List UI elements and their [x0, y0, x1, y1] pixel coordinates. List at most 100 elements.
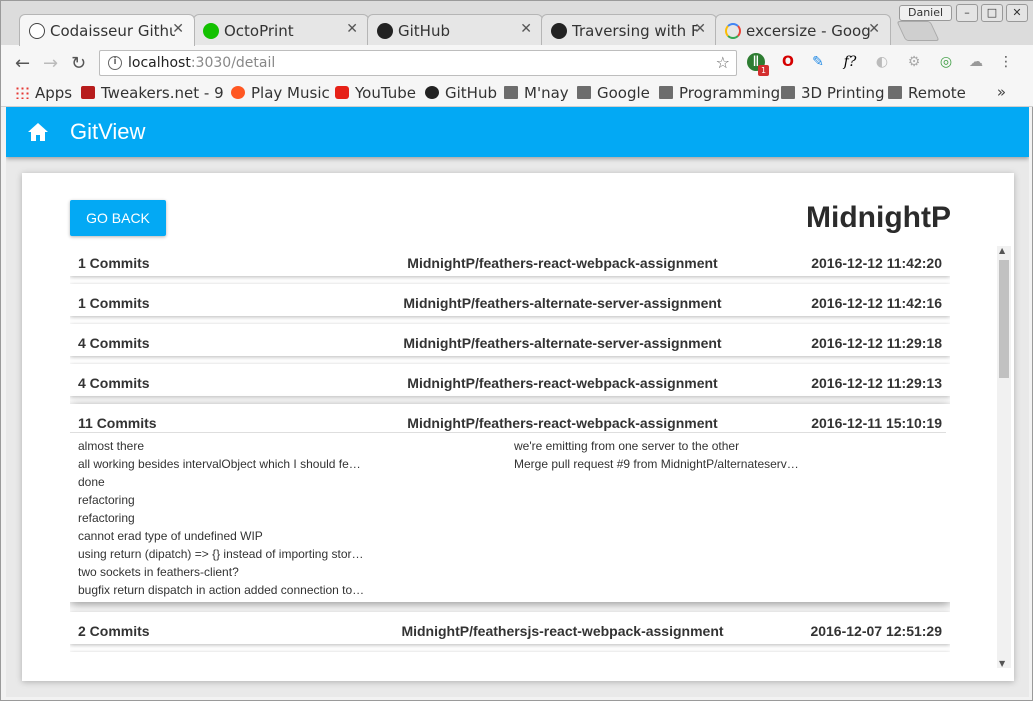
- tab-traversing[interactable]: Traversing with F ✕: [541, 14, 717, 46]
- new-tab-button[interactable]: [896, 21, 940, 41]
- event-list[interactable]: 1 Commits MidnightP/feathers-react-webpa…: [70, 244, 950, 664]
- close-icon[interactable]: ✕: [520, 21, 532, 37]
- bookmark-label: Tweakers.net - 9: [101, 84, 224, 102]
- event-date: 2016-12-12 11:42:16: [811, 295, 942, 311]
- tab-title: Codaisseur Githu: [50, 22, 175, 40]
- app-bar: GitView: [6, 107, 1029, 157]
- star-icon[interactable]: ☆: [716, 53, 730, 72]
- bookmark-label: M'nay: [524, 84, 569, 102]
- scroll-up-icon[interactable]: ▲: [999, 246, 1005, 255]
- bookmark-label: 3D Printing: [801, 84, 885, 102]
- list-scrollbar[interactable]: ▲ ▼: [997, 246, 1011, 668]
- close-icon[interactable]: ✕: [868, 21, 880, 37]
- commit-message: two sockets in feathers-client?: [78, 565, 239, 579]
- bookmark-folder-remote[interactable]: Remote: [888, 84, 966, 102]
- tweakers-icon: [81, 86, 95, 99]
- apps-grid-icon: [15, 86, 29, 99]
- close-icon[interactable]: ✕: [346, 21, 358, 37]
- folder-icon: [659, 86, 673, 99]
- reload-icon[interactable]: ↻: [71, 53, 86, 74]
- event-row[interactable]: 2 Commits MidnightP/feathersjs-react-web…: [70, 612, 950, 644]
- folder-icon: [781, 86, 795, 99]
- codaisseur-icon: [29, 23, 45, 39]
- tab-title: excersize - Goog: [746, 22, 871, 40]
- close-icon[interactable]: ✕: [172, 21, 184, 37]
- github-icon: [425, 86, 439, 99]
- url-host: localhost: [128, 55, 191, 71]
- info-icon[interactable]: i: [108, 56, 122, 70]
- target-icon[interactable]: ◎: [937, 53, 955, 71]
- bookmark-youtube[interactable]: YouTube: [335, 84, 416, 102]
- event-row[interactable]: 4 Commits MidnightP/feathers-alternate-s…: [70, 324, 950, 356]
- commit-messages-right: we're emitting from one server to the ot…: [514, 437, 799, 473]
- back-arrow-icon[interactable]: ←: [15, 53, 30, 74]
- eyedropper-icon[interactable]: ✎: [809, 53, 827, 71]
- close-icon[interactable]: ✕: [694, 21, 706, 37]
- window-close-button[interactable]: ✕: [1006, 4, 1028, 22]
- play-music-icon: [231, 86, 245, 99]
- commit-message: done: [78, 475, 105, 489]
- formula-icon[interactable]: f?: [841, 53, 859, 71]
- bookmark-label: Play Music: [251, 84, 330, 102]
- go-back-button[interactable]: GO BACK: [70, 200, 166, 236]
- folder-icon: [888, 86, 902, 99]
- bookmark-github[interactable]: GitHub: [425, 84, 497, 102]
- tab-excersize[interactable]: excersize - Goog ✕: [715, 14, 891, 46]
- cloud-icon[interactable]: ☁: [967, 53, 985, 71]
- bookmark-label: Remote: [908, 84, 966, 102]
- event-row-expanded[interactable]: 11 Commits MidnightP/feathers-react-webp…: [70, 404, 950, 602]
- commit-message: bugfix return dispatch in action added c…: [78, 583, 365, 597]
- event-date: 2016-12-12 11:29:13: [811, 375, 942, 391]
- folder-icon: [577, 86, 591, 99]
- tab-codaisseur[interactable]: Codaisseur Githu ✕: [19, 14, 195, 46]
- commit-message: Merge pull request #9 from MidnightP/alt…: [514, 457, 799, 471]
- profile-button[interactable]: Daniel: [899, 5, 953, 21]
- bookmarks-overflow-button[interactable]: »: [997, 83, 1006, 101]
- commit-message: using return (dipatch) => {} instead of …: [78, 547, 364, 561]
- commit-message: refactoring: [78, 493, 135, 507]
- bookmark-folder-mnay[interactable]: M'nay: [504, 84, 569, 102]
- scroll-thumb[interactable]: [999, 260, 1009, 378]
- app-title: GitView: [70, 119, 146, 144]
- detail-card: GO BACK MidnightP 1 Commits MidnightP/fe…: [22, 173, 1014, 681]
- maximize-button[interactable]: □: [981, 4, 1003, 22]
- commit-messages-left: almost there all working besides interva…: [78, 437, 364, 599]
- event-date: 2016-12-07 12:51:29: [810, 623, 942, 639]
- bookmark-apps[interactable]: Apps: [15, 84, 72, 102]
- commit-message: cannot erad type of undefined WIP: [78, 529, 263, 543]
- home-icon[interactable]: [27, 122, 49, 142]
- octoprint-icon: [203, 23, 219, 39]
- google-icon: [725, 23, 741, 39]
- event-date: 2016-12-11 15:10:19: [811, 415, 942, 431]
- bookmark-folder-programming[interactable]: Programming: [659, 84, 780, 102]
- extension-badge: 1: [758, 65, 769, 76]
- event-row[interactable]: 1 Commits MidnightP/feathers-alternate-s…: [70, 284, 950, 316]
- minimize-button[interactable]: –: [956, 4, 978, 22]
- bookmark-label: Programming: [679, 84, 781, 102]
- user-name-heading: MidnightP: [806, 201, 951, 234]
- tab-title: GitHub: [398, 22, 450, 40]
- bookmark-folder-3d-printing[interactable]: 3D Printing: [781, 84, 885, 102]
- event-date: 2016-12-12 11:42:20: [811, 255, 942, 271]
- tab-title: Traversing with F: [572, 22, 697, 40]
- bookmark-tweakers[interactable]: Tweakers.net - 9: [81, 84, 224, 102]
- tracking-icon[interactable]: ◐: [873, 53, 891, 71]
- address-bar[interactable]: i localhost:3030/detail ☆: [99, 50, 737, 76]
- github-icon: [551, 23, 567, 39]
- commit-message: all working besides intervalObject which…: [78, 457, 361, 471]
- scroll-down-icon[interactable]: ▼: [999, 659, 1005, 668]
- event-row[interactable]: 1 Commits MidnightP/feathers-react-webpa…: [70, 244, 950, 276]
- opera-icon[interactable]: O: [779, 53, 797, 71]
- bookmark-folder-google[interactable]: Google: [577, 84, 650, 102]
- row-divider: [70, 432, 946, 433]
- menu-dots-icon[interactable]: ⋮: [997, 53, 1015, 71]
- gear-icon[interactable]: ⚙: [905, 53, 923, 71]
- tab-octoprint[interactable]: OctoPrint ✕: [193, 14, 369, 46]
- bookmark-play-music[interactable]: Play Music: [231, 84, 330, 102]
- commit-message: almost there: [78, 439, 145, 453]
- tab-strip: Codaisseur Githu ✕ OctoPrint ✕ GitHub ✕ …: [1, 1, 1033, 46]
- event-row[interactable]: [70, 652, 950, 664]
- tab-github[interactable]: GitHub ✕: [367, 14, 543, 46]
- event-row[interactable]: 4 Commits MidnightP/feathers-react-webpa…: [70, 364, 950, 396]
- forward-arrow-icon[interactable]: →: [43, 53, 58, 74]
